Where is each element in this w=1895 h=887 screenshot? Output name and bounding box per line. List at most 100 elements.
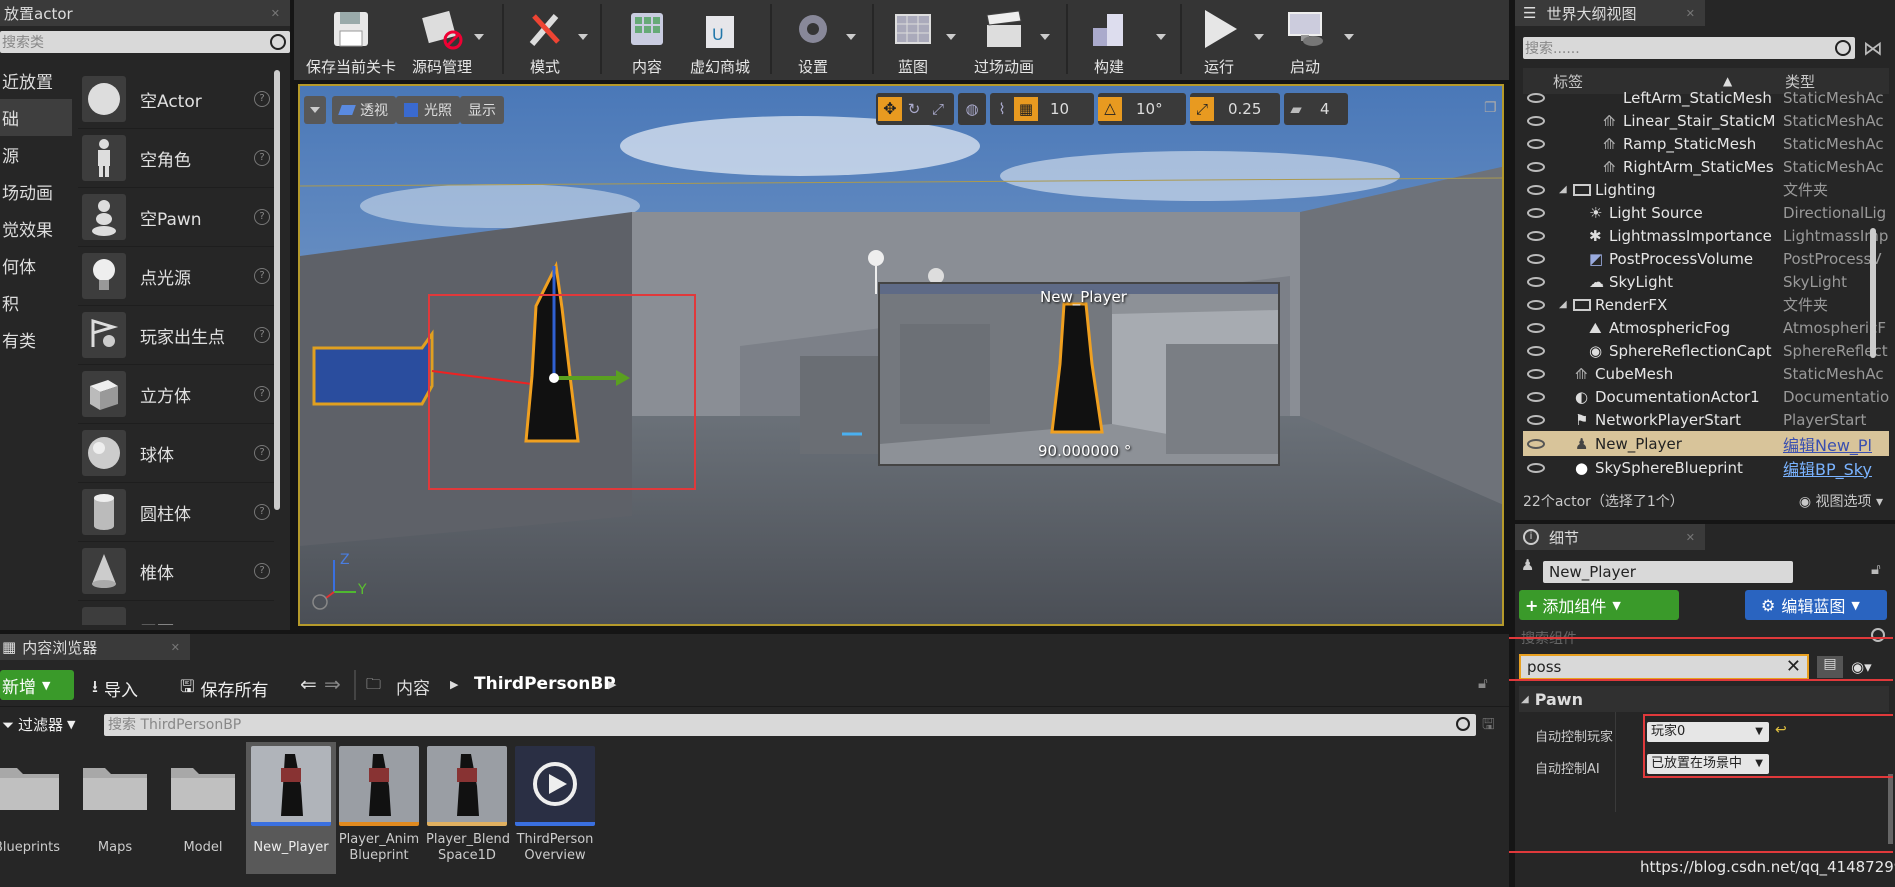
view-mode-perspective-button[interactable]: 透视 (332, 96, 396, 124)
visibility-eye-icon[interactable] (1527, 138, 1545, 149)
visibility-eye-icon[interactable] (1527, 207, 1545, 218)
camera-speed-value[interactable]: 4 (1320, 100, 1330, 118)
visibility-eye-icon[interactable] (1527, 230, 1545, 241)
help-icon[interactable]: ? (254, 209, 270, 225)
expand-arrow-icon[interactable]: ◢ (1559, 299, 1567, 310)
settings-button[interactable]: 设置 (790, 0, 836, 78)
viewport-options-button[interactable] (304, 96, 326, 124)
lighting-mode-button[interactable]: 光照 (396, 96, 460, 124)
rotation-snap-icon[interactable]: △ (1098, 97, 1122, 121)
asset-folder-maps[interactable]: Maps (74, 746, 156, 855)
launch-button[interactable]: 启动 (1282, 0, 1328, 78)
outliner-row-selected[interactable]: ♟ New_Player 编辑New_Pl (1523, 431, 1889, 456)
visibility-eye-icon[interactable] (1527, 391, 1545, 402)
scrollbar[interactable] (274, 70, 280, 510)
breadcrumb-content[interactable]: 内容 (396, 674, 430, 699)
chevron-down-icon[interactable] (578, 34, 588, 40)
help-icon[interactable]: ? (254, 327, 270, 343)
outliner-row[interactable]: ◐ DocumentationActor1 Documentatio (1523, 385, 1889, 408)
save-all-button[interactable]: 🖫︎ 保存所有 (180, 674, 268, 703)
scale-snap-icon[interactable]: ⤢ (1190, 97, 1214, 121)
close-icon[interactable]: ✕ (271, 7, 280, 20)
category-geometry[interactable]: 何体 (0, 247, 72, 284)
rotation-snap-value[interactable]: 10° (1136, 100, 1163, 118)
details-tab[interactable]: i 细节 ✕ (1515, 524, 1705, 550)
outliner-row[interactable]: ⟰ Ramp_StaticMesh StaticMeshAc (1523, 132, 1889, 155)
outliner-row[interactable]: ⟰ CubeMesh StaticMeshAc (1523, 362, 1889, 385)
help-icon[interactable]: ? (254, 150, 270, 166)
asset-thirdperson-overview[interactable]: ThirdPerson Overview (514, 746, 596, 864)
asset-player-anim-blueprint[interactable]: Player_Anim Blueprint (338, 746, 420, 864)
visibility-eye-icon[interactable] (1527, 322, 1545, 333)
outliner-row[interactable]: ☀ Light Source DirectionalLig (1523, 201, 1889, 224)
move-tool-icon[interactable]: ✥ (878, 97, 902, 121)
chevron-down-icon[interactable] (1344, 34, 1354, 40)
import-button[interactable]: ⭳ 导入 (92, 674, 138, 703)
outliner-row[interactable]: ● SkySphereBlueprint 编辑BP_Sky (1523, 456, 1889, 479)
actor-item-cone[interactable]: 椎体? (78, 542, 274, 601)
chevron-down-icon[interactable] (1254, 34, 1264, 40)
category-visual-effects[interactable]: 觉效果 (0, 210, 72, 247)
outliner-row[interactable]: ⚑ NetworkPlayerStart PlayerStart (1523, 408, 1889, 431)
asset-search-input[interactable]: 搜索 ThirdPersonBP (104, 714, 1476, 736)
asset-player-blend-space[interactable]: Player_Blend Space1D (426, 746, 510, 864)
outliner-search-input[interactable]: 搜索...... (1523, 37, 1855, 59)
grid-snap-value[interactable]: 10 (1050, 100, 1069, 118)
actor-name-field[interactable]: New_Player (1543, 561, 1793, 583)
edit-blueprint-link[interactable]: 编辑BP_Sky (1783, 456, 1889, 480)
class-search-input[interactable]: 搜索类 (0, 31, 290, 53)
actor-item-sphere[interactable]: 球体? (78, 424, 274, 483)
maximize-viewport-icon[interactable]: ❐ (1484, 100, 1497, 116)
category-lights[interactable]: 源 (0, 136, 72, 173)
breadcrumb-arrow-icon[interactable]: ▶ (608, 678, 616, 691)
visibility-eye-icon[interactable] (1527, 345, 1545, 356)
rotate-tool-icon[interactable]: ↻ (902, 100, 926, 118)
add-filter-icon[interactable]: ⋈ (1863, 36, 1883, 60)
cinematics-button[interactable]: 过场动画 (974, 0, 1034, 78)
visibility-eye-icon[interactable] (1527, 276, 1545, 287)
outliner-row[interactable]: ◢ RenderFX 文件夹 (1523, 293, 1889, 316)
back-arrow-icon[interactable]: ⇐ (300, 672, 317, 696)
actor-item-empty-character[interactable]: 空角色? (78, 129, 274, 188)
add-new-button[interactable]: 新增 ▼ (0, 670, 74, 700)
source-control-button[interactable]: 源码管理 (412, 0, 472, 78)
outliner-row[interactable]: ⛰ AtmosphericFog AtmosphericF (1523, 316, 1889, 339)
build-button[interactable]: 构建 (1086, 0, 1132, 78)
chevron-down-icon[interactable] (946, 34, 956, 40)
actor-item-player-start[interactable]: 玩家出生点? (78, 306, 274, 365)
filters-button[interactable]: ⏷ 过滤器 ▼ (2, 714, 76, 735)
grid-snap-icon[interactable]: ▦ (1014, 97, 1038, 121)
visibility-eye-icon[interactable] (1527, 161, 1545, 172)
outliner-row[interactable]: LeftArm_StaticMesh StaticMeshAc (1523, 86, 1889, 109)
visibility-eye-icon[interactable] (1527, 253, 1545, 264)
category-cinematic[interactable]: 场动画 (0, 173, 72, 210)
chevron-down-icon[interactable] (846, 34, 856, 40)
visibility-eye-icon[interactable] (1527, 115, 1545, 126)
play-button[interactable]: 运行 (1196, 0, 1242, 78)
content-browser-tab[interactable]: ▦ 内容浏览器 ✕ (0, 634, 190, 660)
help-icon[interactable]: ? (254, 386, 270, 402)
outliner-row[interactable]: ⟰ RightArm_StaticMes StaticMeshAc (1523, 155, 1889, 178)
help-icon[interactable]: ? (254, 445, 270, 461)
forward-arrow-icon[interactable]: ⇒ (324, 672, 341, 696)
show-flags-button[interactable]: 显示 (460, 96, 504, 124)
save-current-level-button[interactable]: 保存当前关卡 (306, 0, 396, 78)
help-icon[interactable]: ? (254, 91, 270, 107)
modes-button[interactable]: 模式 (522, 0, 568, 78)
world-outliner-tab[interactable]: ☰ 世界大纲视图 ✕ (1515, 0, 1705, 26)
outliner-row[interactable]: ◩ PostProcessVolume PostProcessV (1523, 247, 1889, 270)
visibility-eye-icon[interactable] (1527, 462, 1545, 473)
breadcrumb-thirdpersonbp[interactable]: ThirdPersonBP (474, 674, 616, 694)
category-all-classes[interactable]: 有类 (0, 321, 72, 358)
visibility-eye-icon[interactable] (1527, 92, 1545, 103)
asset-new-player-selected[interactable]: New_Player (246, 742, 336, 874)
actor-item-empty-actor[interactable]: 空Actor? (78, 70, 274, 129)
view-options-button[interactable]: ◉ 视图选项 ▾ (1799, 491, 1883, 511)
actor-item-point-light[interactable]: 点光源? (78, 247, 274, 306)
actor-item-cube[interactable]: 立方体? (78, 365, 274, 424)
scale-snap-value[interactable]: 0.25 (1228, 100, 1261, 118)
visibility-eye-icon[interactable] (1527, 368, 1545, 379)
outliner-row[interactable]: ☁ SkyLight SkyLight (1523, 270, 1889, 293)
level-viewport[interactable]: Z Y New_Player 90.000000 ° 透视 光照 显示 ✥ ↻ … (298, 84, 1504, 626)
help-icon[interactable]: ? (254, 268, 270, 284)
